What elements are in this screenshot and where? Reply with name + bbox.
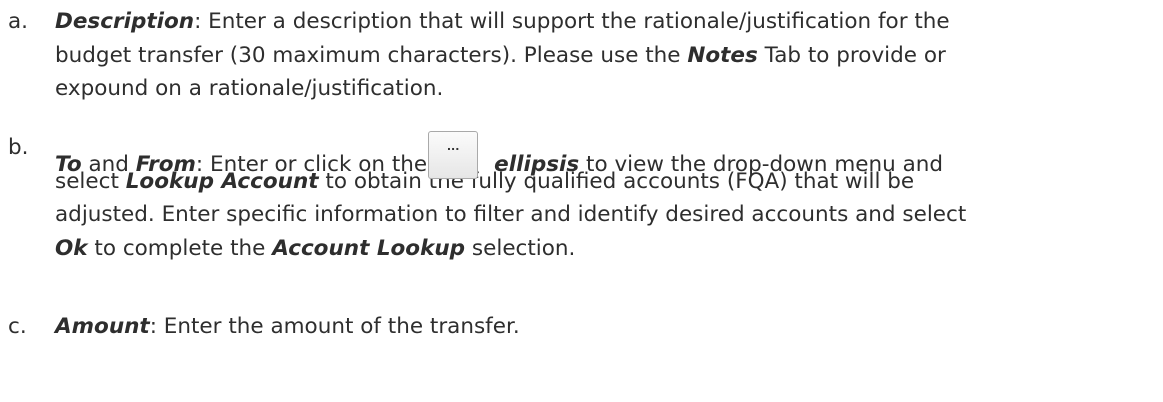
term-account-lookup: Account Lookup [272, 235, 466, 261]
list-marker: a. [8, 9, 29, 34]
text-line: Description: Enter a description that wi… [55, 5, 1155, 39]
text-run: expound on a rationale/justification. [55, 76, 444, 101]
term-notes: Notes [687, 42, 758, 68]
text-line: To and From: Enter or click on the... ell… [55, 131, 1155, 179]
list-marker: c. [8, 314, 27, 339]
text-run: : Enter or click on the [195, 152, 428, 177]
list-item-body: To and From: Enter or click on the... ell… [55, 131, 1155, 265]
text-run: selection. [465, 235, 576, 261]
text-line: Ok to complete the Account Lookup select… [55, 232, 1155, 266]
document-page: a. Description: Enter a description that… [0, 0, 1163, 402]
term-to: To [55, 152, 82, 177]
text-run: and [81, 152, 136, 177]
text-run: budget transfer (30 maximum characters).… [55, 42, 688, 68]
term-description: Description [55, 9, 195, 34]
term-ellipsis: ellipsis [494, 152, 580, 177]
term-ok: Ok [55, 235, 88, 261]
text-line: adjusted. Enter specific information to … [55, 198, 1155, 232]
text-run: to complete the [87, 235, 273, 261]
text-line: budget transfer (30 maximum characters).… [55, 39, 1155, 73]
text-run: : Enter the amount of the transfer. [149, 314, 520, 339]
ellipsis-icon: ... [446, 140, 460, 153]
text-run: : Enter a description that will support … [194, 9, 950, 34]
list-item-body: Amount: Enter the amount of the transfer… [55, 310, 1155, 344]
term-amount: Amount [55, 314, 150, 339]
text-run: Tab to provide or [757, 42, 946, 68]
text-run: to view the drop-down menu and [579, 152, 944, 177]
text-run: adjusted. Enter specific information to … [55, 202, 967, 227]
list-marker: b. [8, 135, 29, 160]
text-line: Amount: Enter the amount of the transfer… [55, 310, 1155, 344]
ellipsis-button[interactable]: ... [428, 131, 479, 179]
list-item-body: Description: Enter a description that wi… [55, 5, 1155, 106]
text-line: expound on a rationale/justification. [55, 72, 1155, 106]
term-from: From [135, 152, 196, 177]
